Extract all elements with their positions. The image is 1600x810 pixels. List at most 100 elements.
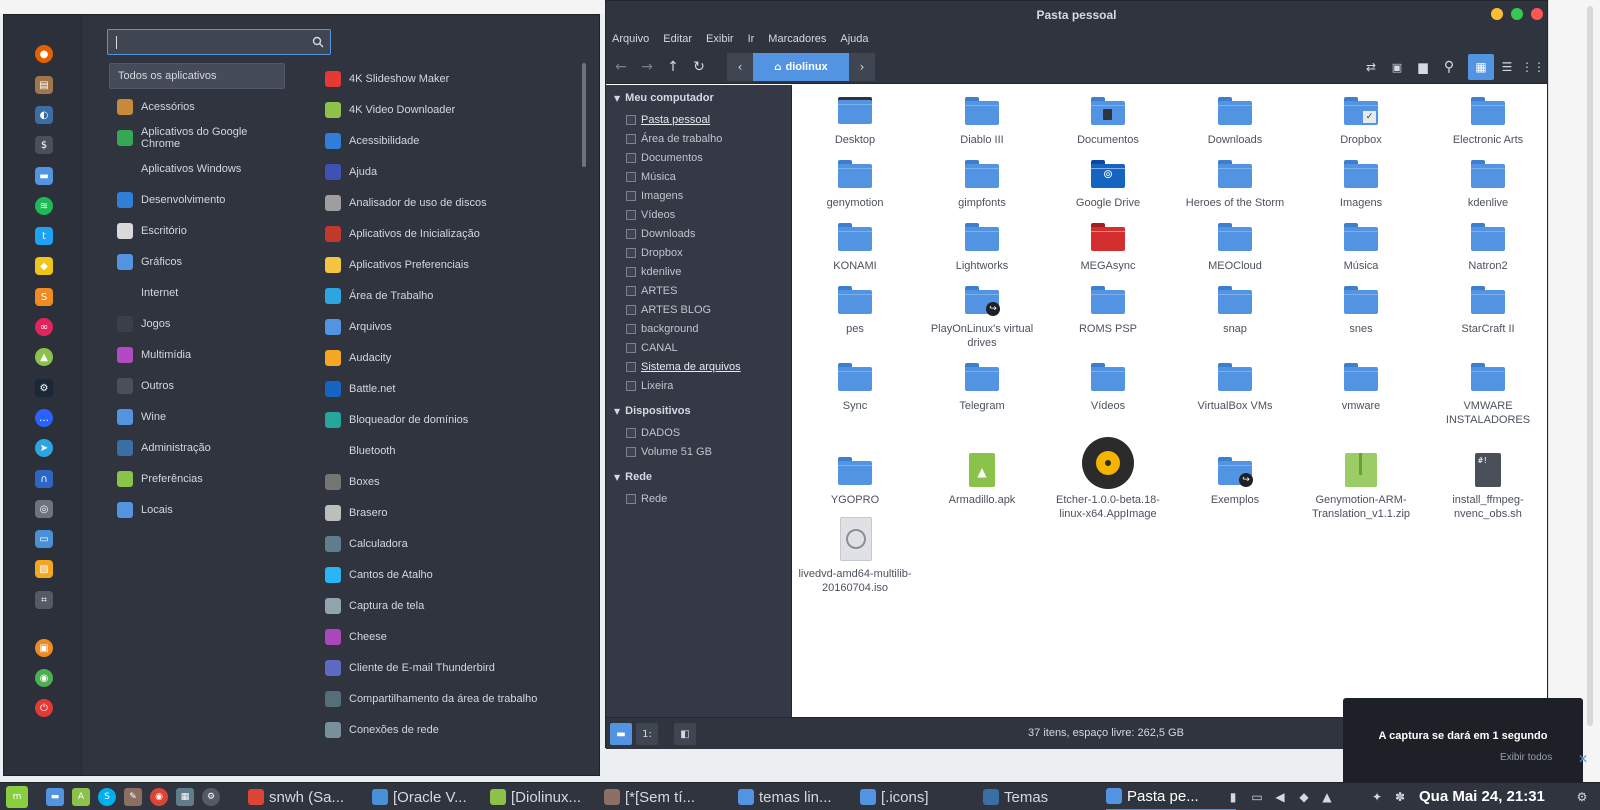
list-view-icon[interactable]: ☰ — [1494, 54, 1520, 80]
power-icon[interactable]: ⏻ — [35, 699, 53, 717]
menu-arquivo[interactable]: Arquivo — [612, 33, 649, 45]
sidebar-item[interactable]: kdenlive — [626, 263, 681, 281]
file-item[interactable]: ⊚ Google Drive — [1045, 156, 1171, 210]
menu-search-input[interactable] — [114, 33, 300, 51]
twitter-icon[interactable]: t — [35, 227, 53, 245]
screenshot-icon[interactable]: ⌗ — [35, 591, 53, 609]
sidebar-item[interactable]: Vídeos — [626, 206, 675, 224]
drive-sync-tray-icon[interactable]: ▲ — [1319, 789, 1335, 805]
file-item[interactable]: Downloads — [1172, 93, 1298, 147]
spotify-icon[interactable]: ≋ — [35, 197, 53, 215]
file-item[interactable]: Genymotion-ARM-Translation_v1.1.zip — [1298, 453, 1424, 521]
sidebar-section-header[interactable]: ▼ Rede — [614, 468, 652, 486]
category-others[interactable]: Outros — [109, 373, 285, 399]
app-item[interactable]: Analisador de uso de discos — [325, 191, 575, 215]
mint-menu-icon[interactable]: m — [6, 786, 28, 808]
file-item[interactable]: Heroes of the Storm — [1172, 156, 1298, 210]
settings-tray-icon[interactable]: ⚙ — [1574, 789, 1590, 805]
app-item[interactable]: Bloqueador de domínios — [325, 408, 575, 432]
file-item[interactable]: VirtualBox VMs — [1172, 359, 1298, 413]
sidebar-item[interactable]: Música — [626, 168, 676, 186]
menu-search-box[interactable] — [107, 29, 331, 55]
file-item[interactable]: snap — [1172, 282, 1298, 336]
category-all-apps[interactable]: Todos os aplicativos — [109, 63, 285, 89]
app-item[interactable]: Boxes — [325, 470, 575, 494]
chrome-icon[interactable]: ◉ — [150, 788, 168, 806]
file-item[interactable]: StarCraft II — [1425, 282, 1547, 336]
file-item[interactable]: livedvd-amd64-multilib-20160704.iso — [792, 517, 918, 595]
sidebar-item[interactable]: Pasta pessoal — [626, 111, 710, 129]
menu-editar[interactable]: Editar — [663, 33, 692, 45]
category-games[interactable]: Jogos — [109, 311, 285, 337]
category-office[interactable]: Escritório — [109, 218, 285, 244]
android-icon[interactable]: ▲ — [35, 348, 53, 366]
sidebar-item[interactable]: Dropbox — [626, 244, 683, 262]
compact-view-icon[interactable]: ⋮⋮ — [1520, 54, 1546, 80]
maximize-button[interactable] — [1511, 8, 1523, 20]
taskbar-window-button[interactable]: [Oracle V... — [372, 783, 484, 810]
taskbar-window-button[interactable]: Pasta pe... — [1106, 783, 1236, 810]
file-item[interactable]: KONAMI — [792, 219, 918, 273]
sidebar-item[interactable]: ARTES — [626, 282, 677, 300]
file-item[interactable]: genymotion — [792, 156, 918, 210]
flickr-icon[interactable]: ∞ — [35, 318, 53, 336]
app-item[interactable]: Cheese — [325, 625, 575, 649]
taskbar-window-button[interactable]: temas lin... — [738, 783, 854, 810]
category-multimedia[interactable]: Multimídia — [109, 342, 285, 368]
app-item[interactable]: Battle.net — [325, 377, 575, 401]
category-graphics[interactable]: Gráficos — [109, 249, 285, 275]
sidebar-item[interactable]: background — [626, 320, 699, 338]
sidebar-section-header[interactable]: ▼ Meu computador — [614, 89, 714, 107]
video-editor-icon[interactable]: ▦ — [176, 788, 194, 806]
app-item[interactable]: Cliente de E-mail Thunderbird — [325, 656, 575, 680]
category-wine[interactable]: Wine — [109, 404, 285, 430]
trash-tray-icon[interactable]: ▮ — [1225, 789, 1241, 805]
app-item[interactable]: Compartilhamento da área de trabalho — [325, 687, 575, 711]
taskbar-window-button[interactable]: [.icons] — [860, 783, 975, 810]
tree-view-icon[interactable]: 1: — [636, 723, 658, 745]
sidebar-item[interactable]: Documentos — [626, 149, 703, 167]
file-item[interactable]: pes — [792, 282, 918, 336]
android-studio-icon[interactable]: A — [72, 788, 90, 806]
category-windows-apps[interactable]: Aplicativos Windows — [109, 156, 285, 182]
terminal-icon[interactable]: $ — [35, 136, 53, 154]
skype-icon[interactable]: S — [98, 788, 116, 806]
steam-icon[interactable]: ⚙ — [35, 379, 53, 397]
sidebar-item[interactable]: Rede — [626, 490, 667, 508]
app-item[interactable]: 4K Video Downloader — [325, 98, 575, 122]
places-folder-icon[interactable]: ▬ — [610, 723, 632, 745]
file-item[interactable]: YGOPRO — [792, 453, 918, 507]
app-item[interactable]: Ajuda — [325, 160, 575, 184]
sidebar-item[interactable]: DADOS — [626, 424, 680, 442]
app-item[interactable]: 4K Slideshow Maker — [325, 67, 575, 91]
file-item[interactable]: snes — [1298, 282, 1424, 336]
app-item[interactable]: Aplicativos Preferenciais — [325, 253, 575, 277]
file-item[interactable]: MEGAsync — [1045, 219, 1171, 273]
taskbar-window-button[interactable]: snwh (Sa... — [248, 783, 366, 810]
volume-tray-icon[interactable]: ◀ — [1272, 789, 1288, 805]
menu-scrollbar[interactable] — [582, 63, 586, 167]
archive-icon[interactable]: ▤ — [35, 76, 53, 94]
menu-ajuda[interactable]: Ajuda — [840, 33, 868, 45]
forward-arrow-icon[interactable]: → — [636, 56, 658, 78]
file-item[interactable]: kdenlive — [1425, 156, 1547, 210]
file-item[interactable]: Imagens — [1298, 156, 1424, 210]
network-tray-icon[interactable]: ✽ — [1392, 789, 1408, 805]
file-item[interactable]: Natron2 — [1425, 219, 1547, 273]
file-item[interactable]: ✓ Dropbox — [1298, 93, 1424, 147]
security-shield-tray-icon[interactable]: ◆ — [1296, 789, 1312, 805]
path-current-button[interactable]: ⌂ diolinux — [753, 53, 849, 81]
file-item[interactable]: Documentos — [1045, 93, 1171, 147]
file-item[interactable]: Electronic Arts — [1425, 93, 1547, 147]
sidebar-item[interactable]: ARTES BLOG — [626, 301, 711, 319]
file-item[interactable]: ↪ Exemplos — [1172, 453, 1298, 507]
ideas-icon[interactable]: ◆ — [35, 257, 53, 275]
file-item[interactable]: Vídeos — [1045, 359, 1171, 413]
collapse-triangle-icon[interactable]: ▼ — [614, 94, 620, 103]
category-administration[interactable]: Administração — [109, 435, 285, 461]
menu-ir[interactable]: Ir — [748, 33, 755, 45]
notifications-tray-icon[interactable]: ▭ — [1249, 789, 1265, 805]
reload-icon[interactable]: ↻ — [688, 56, 710, 78]
sidebar-item[interactable]: Área de trabalho — [626, 130, 722, 148]
file-item[interactable]: Lightworks — [919, 219, 1045, 273]
